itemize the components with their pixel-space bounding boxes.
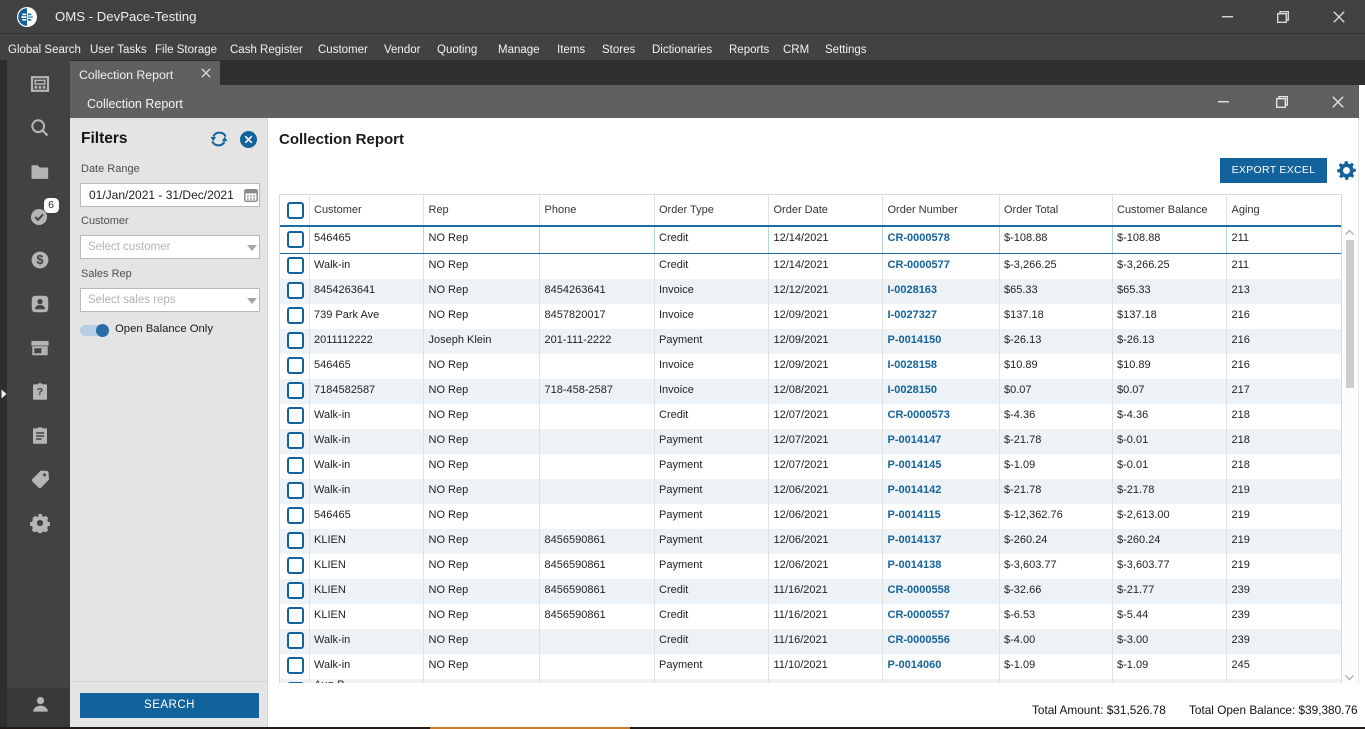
svg-text:$: $ [37, 253, 44, 267]
svg-text:?: ? [37, 386, 43, 398]
